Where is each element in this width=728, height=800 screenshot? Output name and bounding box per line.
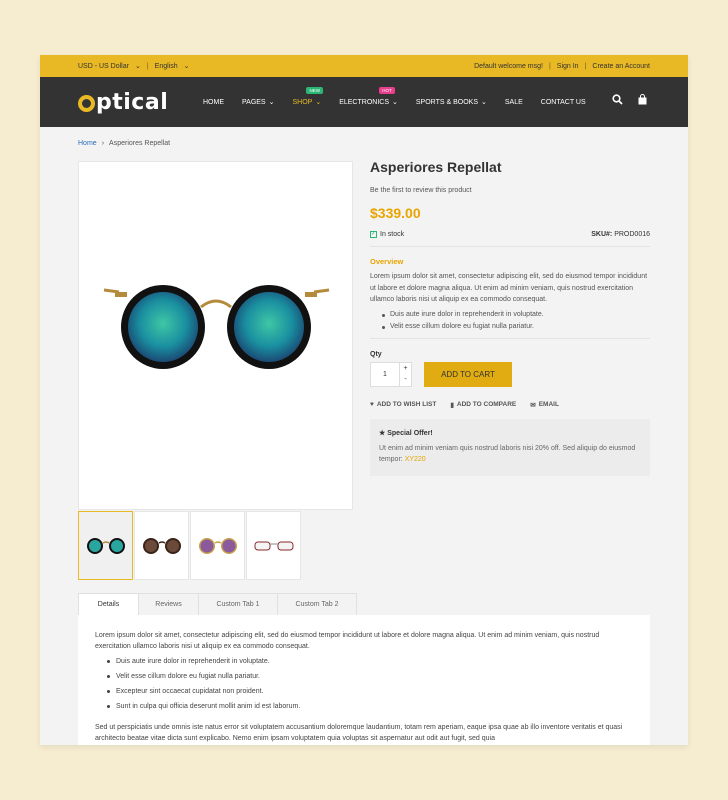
nav-item-sports-books[interactable]: SPORTS & BOOKS ⌄ bbox=[416, 98, 487, 107]
divider: | bbox=[548, 62, 551, 70]
chevron-down-icon: ⌄ bbox=[134, 63, 141, 70]
details-outro: Sed ut perspiciatis unde omnis iste natu… bbox=[95, 724, 623, 742]
product-main-image[interactable] bbox=[78, 161, 353, 510]
tab-reviews[interactable]: Reviews bbox=[138, 593, 199, 615]
search-icon[interactable] bbox=[612, 94, 623, 105]
tab-custom-1[interactable]: Custom Tab 1 bbox=[198, 593, 278, 615]
top-bar: USD - US Dollar ⌄ | English ⌄ Default we… bbox=[40, 55, 688, 77]
chevron-down-icon: ⌄ bbox=[183, 63, 190, 70]
nav-item-sale[interactable]: SALE bbox=[505, 99, 523, 106]
logo[interactable]: ptical bbox=[78, 90, 203, 115]
thumbnail[interactable] bbox=[246, 511, 301, 580]
product-info: Asperiores Repellat Be the first to revi… bbox=[370, 159, 650, 476]
heart-icon: ♥ bbox=[370, 401, 374, 408]
check-icon: ✓ bbox=[370, 231, 377, 238]
divider: | bbox=[584, 62, 587, 70]
tab-custom-2[interactable]: Custom Tab 2 bbox=[277, 593, 357, 615]
nav-item-shop[interactable]: SHOP ⌄ NEW bbox=[292, 87, 323, 106]
nav-icons bbox=[612, 94, 648, 105]
language-selector[interactable]: English bbox=[155, 63, 178, 70]
sign-in-link[interactable]: Sign In bbox=[557, 63, 579, 70]
thumbnail-strip bbox=[78, 511, 301, 580]
qty-row: 1 + - ADD TO CART bbox=[370, 361, 650, 387]
envelope-icon: ✉ bbox=[530, 401, 536, 409]
stock-row: ✓ In stock SKU#: PROD0016 bbox=[370, 231, 650, 247]
breadcrumb-home[interactable]: Home bbox=[78, 140, 97, 147]
quantity-input[interactable]: 1 bbox=[370, 361, 400, 387]
decrement-button[interactable]: - bbox=[400, 374, 411, 386]
breadcrumb-separator: › bbox=[101, 140, 105, 147]
add-to-cart-button[interactable]: ADD TO CART bbox=[424, 361, 512, 387]
chevron-down-icon: ⌄ bbox=[481, 99, 487, 106]
thumbnail[interactable] bbox=[190, 511, 245, 580]
hot-badge: HOT bbox=[379, 87, 395, 94]
chevron-down-icon: ⌄ bbox=[392, 99, 398, 106]
shopping-bag-icon[interactable] bbox=[637, 94, 648, 105]
page-frame: USD - US Dollar ⌄ | English ⌄ Default we… bbox=[40, 55, 688, 745]
welcome-message: Default welcome msg! bbox=[474, 62, 543, 70]
product-title: Asperiores Repellat bbox=[370, 159, 502, 175]
wishlist-button[interactable]: ♥ ADD TO WISH LIST bbox=[370, 401, 436, 409]
tab-bar: Details Reviews Custom Tab 1 Custom Tab … bbox=[78, 593, 357, 615]
logo-o-mark bbox=[78, 94, 95, 112]
compare-button[interactable]: ▮ ADD TO COMPARE bbox=[450, 401, 516, 409]
chevron-down-icon: ⌄ bbox=[268, 99, 275, 106]
list-item: Duis aute irure dolor in reprehenderit i… bbox=[370, 311, 650, 318]
sku: SKU#: PROD0016 bbox=[591, 231, 650, 238]
chevron-down-icon: ⌄ bbox=[315, 99, 322, 106]
product-actions: ♥ ADD TO WISH LIST ▮ ADD TO COMPARE ✉ EMAIL bbox=[370, 401, 650, 409]
email-button[interactable]: ✉ EMAIL bbox=[530, 401, 559, 409]
offer-heading: ★ Special Offer! bbox=[379, 429, 433, 437]
nav-item-contact[interactable]: CONTACT US bbox=[541, 99, 586, 106]
review-link[interactable]: Be the first to review this product bbox=[370, 187, 650, 194]
tab-content: Lorem ipsum dolor sit amet, consectetur … bbox=[78, 615, 650, 745]
list-item: Sunt in culpa qui officia deserunt molli… bbox=[95, 701, 633, 712]
currency-selector[interactable]: USD - US Dollar bbox=[78, 63, 129, 70]
star-icon: ★ bbox=[379, 429, 386, 437]
divider: | bbox=[146, 62, 149, 70]
bar-chart-icon: ▮ bbox=[450, 401, 454, 409]
nav-item-electronics[interactable]: ELECTRONICS ⌄ HOT bbox=[339, 87, 398, 106]
list-item: Velit esse cillum dolore eu fugiat nulla… bbox=[95, 671, 633, 682]
thumbnail[interactable] bbox=[78, 511, 133, 580]
nav-item-pages[interactable]: PAGES ⌄ bbox=[242, 98, 275, 107]
quantity-stepper: + - bbox=[400, 361, 412, 387]
offer-text: Ut enim ad minim veniam quis nostrud lab… bbox=[379, 444, 636, 464]
increment-button[interactable]: + bbox=[400, 363, 411, 375]
nav-item-home[interactable]: HOME bbox=[203, 99, 224, 106]
breadcrumb: Home › Asperiores Repellat bbox=[40, 127, 688, 147]
qty-label: Qty bbox=[370, 350, 382, 358]
thumbnail[interactable] bbox=[134, 511, 189, 580]
overview-heading: Overview bbox=[370, 257, 404, 266]
list-item: Excepteur sint occaecat cupidatat non pr… bbox=[95, 686, 633, 697]
new-badge: NEW bbox=[306, 87, 323, 94]
main-nav: ptical HOME PAGES ⌄ SHOP ⌄ NEW ELECTRONICS ⌄… bbox=[40, 77, 688, 127]
list-item: Duis aute irure dolor in reprehenderit i… bbox=[95, 656, 633, 667]
overview-text: Lorem ipsum dolor sit amet, consectetur … bbox=[370, 273, 648, 303]
details-intro: Lorem ipsum dolor sit amet, consectetur … bbox=[95, 632, 600, 650]
tab-details[interactable]: Details bbox=[78, 593, 139, 615]
breadcrumb-current: Asperiores Repellat bbox=[109, 140, 171, 147]
product-price: $339.00 bbox=[370, 205, 421, 221]
divider bbox=[370, 337, 650, 339]
list-item: Velit esse cillum dolore eu fugiat nulla… bbox=[370, 323, 650, 330]
stock-status: ✓ In stock bbox=[370, 231, 405, 238]
offer-code: XY220 bbox=[404, 456, 426, 463]
sunglasses-image bbox=[103, 285, 330, 369]
menu: HOME PAGES ⌄ SHOP ⌄ NEW ELECTRONICS ⌄ HOT SPO… bbox=[203, 87, 604, 107]
create-account-link[interactable]: Create an Account bbox=[592, 63, 650, 70]
logo-text: ptical bbox=[96, 89, 169, 115]
special-offer-box: ★ Special Offer! Ut enim ad minim veniam… bbox=[370, 418, 650, 476]
